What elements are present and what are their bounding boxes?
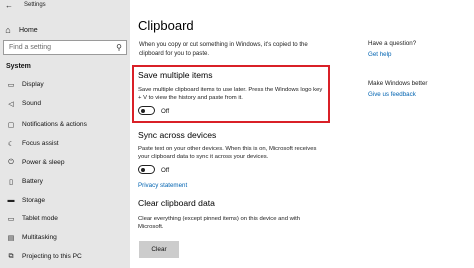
- sidebar-item-label: Projecting to this PC: [22, 253, 82, 260]
- toggle-knob: [141, 167, 145, 172]
- clear-button[interactable]: Clear: [139, 241, 179, 258]
- search-placeholder: Find a setting: [9, 44, 52, 51]
- home-button[interactable]: ⌂ Home: [3, 24, 127, 36]
- sidebar-item-sound[interactable]: ◁ Sound: [0, 97, 130, 110]
- sidebar-item-label: Tablet mode: [22, 215, 58, 222]
- sync-toggle-state: Off: [161, 167, 170, 174]
- clear-heading: Clear clipboard data: [138, 198, 215, 208]
- save-multiple-description: Save multiple clipboard items to use lat…: [138, 87, 323, 101]
- search-box[interactable]: Find a setting ⚲: [3, 40, 127, 55]
- sidebar-section-title: System: [6, 63, 31, 70]
- sidebar-item-display[interactable]: ▭ Display: [0, 78, 130, 91]
- get-help-link[interactable]: Get help: [368, 51, 468, 58]
- sidebar-item-storage[interactable]: ▬ Storage: [0, 194, 130, 207]
- sync-toggle[interactable]: [138, 165, 155, 174]
- battery-icon: ▯: [9, 178, 13, 186]
- sidebar-item-notifications[interactable]: ▢ Notifications & actions: [0, 118, 130, 131]
- sidebar-item-label: Focus assist: [22, 140, 59, 147]
- sidebar: ⌂ Home Find a setting ⚲ System ▭ Display…: [0, 0, 130, 268]
- speaker-icon: ◁: [8, 100, 14, 108]
- sidebar-item-label: Battery: [22, 178, 43, 185]
- save-multiple-toggle-state: Off: [161, 108, 170, 115]
- sidebar-item-power-sleep[interactable]: ⏻ Power & sleep: [0, 156, 130, 169]
- storage-icon: ▬: [7, 197, 15, 204]
- moon-icon: ☾: [7, 140, 15, 148]
- settings-window: ⌂ Home Find a setting ⚲ System ▭ Display…: [0, 0, 474, 268]
- sync-heading: Sync across devices: [138, 130, 217, 140]
- tablet-icon: ▭: [7, 215, 15, 223]
- multitasking-icon: ▤: [7, 234, 15, 242]
- sidebar-item-label: Display: [22, 81, 44, 88]
- sidebar-item-label: Sound: [22, 100, 42, 107]
- save-multiple-heading: Save multiple items: [138, 70, 213, 80]
- back-arrow-icon[interactable]: ←: [3, 1, 15, 11]
- privacy-statement-link[interactable]: Privacy statement: [138, 182, 187, 189]
- sidebar-item-multitasking[interactable]: ▤ Multitasking: [0, 231, 130, 244]
- power-icon: ⏻: [8, 158, 14, 166]
- home-icon: ⌂: [5, 25, 11, 35]
- search-icon[interactable]: ⚲: [116, 43, 122, 52]
- sidebar-item-battery[interactable]: ▯ Battery: [0, 175, 130, 188]
- give-feedback-link[interactable]: Give us feedback: [368, 91, 468, 98]
- intro-text: When you copy or cut something in Window…: [139, 41, 308, 57]
- sidebar-item-label: Power & sleep: [22, 159, 65, 166]
- page-title: Clipboard: [138, 18, 194, 33]
- question-heading: Have a question?: [368, 40, 417, 47]
- sidebar-item-projecting[interactable]: ⧉ Projecting to this PC: [0, 250, 130, 263]
- window-title: Settings: [24, 2, 46, 8]
- sidebar-item-label: Storage: [22, 197, 46, 204]
- feedback-panel: Make Windows better Give us feedback: [368, 80, 468, 98]
- clear-description: Clear everything (except pinned items) o…: [138, 216, 301, 230]
- monitor-icon: ▭: [7, 81, 15, 89]
- sidebar-item-tablet-mode[interactable]: ▭ Tablet mode: [0, 212, 130, 225]
- home-label: Home: [19, 26, 38, 34]
- projector-icon: ⧉: [8, 252, 14, 260]
- sidebar-item-focus-assist[interactable]: ☾ Focus assist: [0, 137, 130, 150]
- toggle-knob: [141, 108, 145, 113]
- make-windows-better-heading: Make Windows better: [368, 80, 428, 87]
- notifications-icon: ▢: [7, 121, 15, 129]
- help-panel: Have a question? Get help: [368, 40, 468, 58]
- save-multiple-toggle[interactable]: [138, 106, 155, 115]
- sync-description: Paste text on your other devices. When t…: [138, 146, 317, 160]
- sidebar-item-label: Notifications & actions: [22, 121, 87, 128]
- sidebar-item-label: Multitasking: [22, 234, 57, 241]
